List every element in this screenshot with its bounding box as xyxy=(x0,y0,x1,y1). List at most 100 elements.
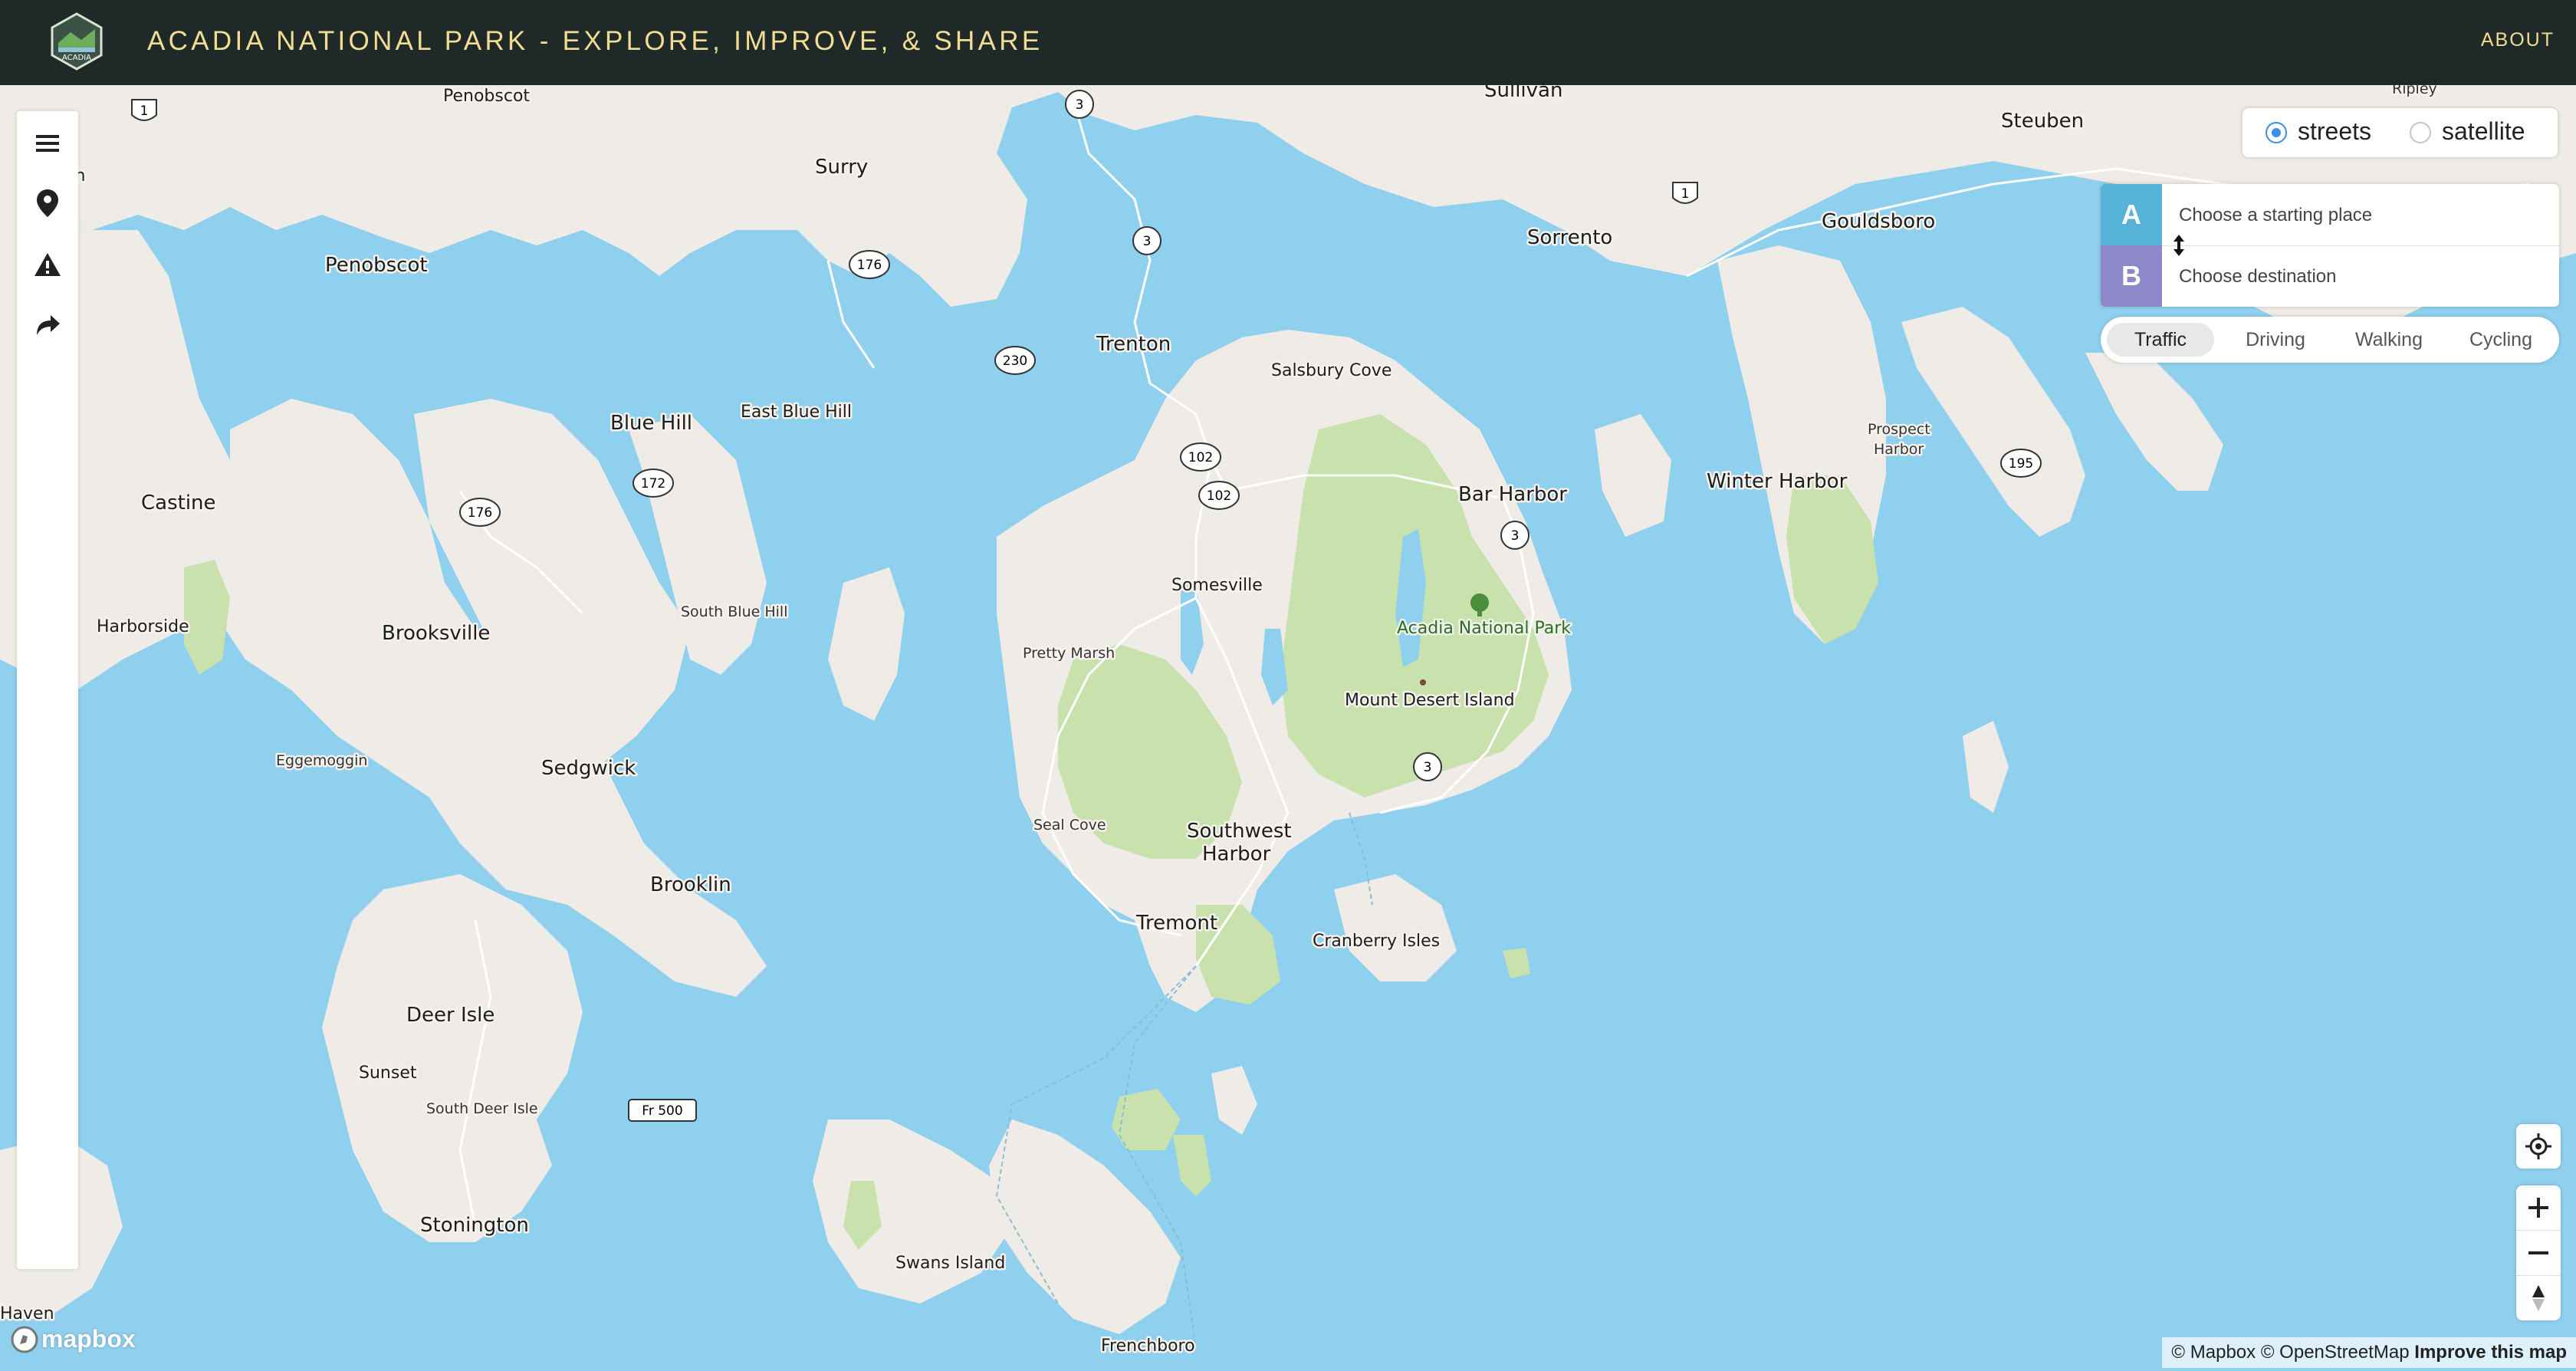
attribution-mapbox[interactable]: © Mapbox xyxy=(2171,1342,2256,1363)
geolocate-control xyxy=(2516,1124,2561,1169)
label-frenchboro: Frenchboro xyxy=(1101,1336,1195,1356)
attribution-osm[interactable]: © OpenStreetMap xyxy=(2261,1342,2410,1363)
label-prospect: Prospect xyxy=(1868,421,1930,438)
warning-icon xyxy=(34,253,61,276)
label-sunset: Sunset xyxy=(359,1064,417,1083)
acadia-logo[interactable]: ACADIA xyxy=(48,12,106,71)
svg-text:176: 176 xyxy=(857,258,882,273)
label-sedgwick: Sedgwick xyxy=(541,757,636,780)
origin-marker: A xyxy=(2101,184,2162,245)
geolocate-button[interactable] xyxy=(2516,1124,2561,1169)
label-surry: Surry xyxy=(815,156,868,179)
tab-driving[interactable]: Driving xyxy=(2222,323,2329,357)
label-blue-hill: Blue Hill xyxy=(610,412,692,435)
label-haven: Haven xyxy=(0,1304,54,1323)
directions-divider xyxy=(2162,245,2559,246)
tab-traffic[interactable]: Traffic xyxy=(2107,323,2214,357)
alerts-button[interactable] xyxy=(29,246,66,283)
route-shield: 1 xyxy=(1672,182,1698,204)
label-south-deer-isle: South Deer Isle xyxy=(426,1100,538,1117)
route-shield: Fr 500 xyxy=(628,1099,697,1122)
logo-text: ACADIA xyxy=(62,54,91,62)
crosshair-icon xyxy=(2525,1133,2551,1159)
label-tremont: Tremont xyxy=(1135,912,1217,935)
satellite-radio[interactable] xyxy=(2410,122,2431,143)
mapbox-mark-icon xyxy=(11,1326,38,1353)
svg-text:102: 102 xyxy=(1207,488,1231,504)
route-shield: 102 xyxy=(1198,481,1240,510)
left-toolbar xyxy=(17,111,78,1269)
destination-input[interactable] xyxy=(2177,259,2548,294)
route-shield: 3 xyxy=(1500,521,1530,550)
tab-cycling[interactable]: Cycling xyxy=(2449,323,2553,357)
route-shield: 172 xyxy=(632,469,674,498)
streets-radio[interactable] xyxy=(2266,122,2287,143)
satellite-label[interactable]: satellite xyxy=(2442,117,2525,146)
label-castine: Castine xyxy=(141,492,216,515)
label-steuben: Steuben xyxy=(2001,110,2084,133)
route-shield: 3 xyxy=(1132,226,1162,255)
minus-icon xyxy=(2528,1251,2548,1254)
svg-text:1: 1 xyxy=(1681,186,1690,202)
label-sorrento: Sorrento xyxy=(1527,226,1612,249)
summit-marker xyxy=(1420,679,1426,686)
svg-text:3: 3 xyxy=(1511,528,1520,544)
svg-text:195: 195 xyxy=(2009,456,2033,472)
route-shield: 176 xyxy=(849,250,890,279)
label-stonington: Stonington xyxy=(420,1214,529,1237)
label-southwest: Southwest xyxy=(1187,820,1292,843)
app-header: ACADIA ACADIA NATIONAL PARK - EXPLORE, I… xyxy=(0,0,2576,85)
route-shield: 102 xyxy=(1180,442,1221,472)
label-southwest-harbor: Harbor xyxy=(1202,843,1271,866)
mapbox-logo-text: mapbox xyxy=(41,1325,136,1353)
streets-label[interactable]: streets xyxy=(2298,117,2371,146)
page-title: ACADIA NATIONAL PARK - EXPLORE, IMPROVE,… xyxy=(147,26,1043,56)
label-sullivan: Sullivan xyxy=(1484,85,1562,102)
svg-text:102: 102 xyxy=(1188,450,1213,465)
label-cranberry-isles: Cranberry Isles xyxy=(1313,932,1440,951)
zoom-in-button[interactable] xyxy=(2516,1185,2561,1230)
label-swans-island: Swans Island xyxy=(895,1254,1005,1273)
label-somesville: Somesville xyxy=(1171,576,1263,595)
swap-icon[interactable] xyxy=(2171,233,2187,258)
label-acadia-national-park: Acadia National Park xyxy=(1397,619,1571,638)
route-shield: 1 xyxy=(131,99,157,121)
route-shield: 3 xyxy=(1413,752,1442,781)
label-ripley: Ripley xyxy=(2392,85,2437,97)
origin-input[interactable] xyxy=(2177,198,2548,233)
svg-text:3: 3 xyxy=(1424,760,1432,775)
mapbox-logo[interactable]: mapbox xyxy=(11,1325,136,1353)
label-mount-desert-island: Mount Desert Island xyxy=(1345,691,1515,710)
label-gouldsboro: Gouldsboro xyxy=(1822,210,1935,233)
svg-text:176: 176 xyxy=(468,505,492,521)
routing-profile-tabs: Traffic Driving Walking Cycling xyxy=(2101,317,2559,363)
compass-button[interactable] xyxy=(2516,1275,2561,1320)
menu-button[interactable] xyxy=(29,125,66,162)
compass-icon xyxy=(2532,1285,2545,1311)
label-south-blue-hill: South Blue Hill xyxy=(681,603,787,620)
label-trenton: Trenton xyxy=(1096,333,1171,356)
label-seal-cove: Seal Cove xyxy=(1033,817,1106,833)
svg-text:1: 1 xyxy=(140,104,149,119)
label-winter-harbor: Winter Harbor xyxy=(1707,470,1848,493)
label-brooklin: Brooklin xyxy=(650,873,731,896)
tab-walking[interactable]: Walking xyxy=(2335,323,2443,357)
directions-panel: A B xyxy=(2101,184,2559,307)
places-button[interactable] xyxy=(29,185,66,222)
svg-text:3: 3 xyxy=(1076,97,1084,113)
route-shield: 230 xyxy=(994,346,1036,375)
label-eggemoggin: Eggemoggin xyxy=(276,752,367,769)
route-shield: 3 xyxy=(1065,90,1094,119)
label-brooksville: Brooksville xyxy=(382,622,490,645)
label-penobscot: Penobscot xyxy=(325,254,428,277)
zoom-out-button[interactable] xyxy=(2516,1230,2561,1275)
route-shield: 176 xyxy=(459,498,501,527)
improve-map-link[interactable]: Improve this map xyxy=(2414,1342,2567,1363)
svg-text:172: 172 xyxy=(641,476,665,492)
directions-button[interactable] xyxy=(29,307,66,344)
svg-text:3: 3 xyxy=(1143,234,1152,249)
svg-text:230: 230 xyxy=(1003,353,1027,369)
svg-text:Fr 500: Fr 500 xyxy=(642,1103,682,1119)
about-link[interactable]: ABOUT xyxy=(2481,29,2555,51)
label-salsbury-cove: Salsbury Cove xyxy=(1271,361,1392,380)
